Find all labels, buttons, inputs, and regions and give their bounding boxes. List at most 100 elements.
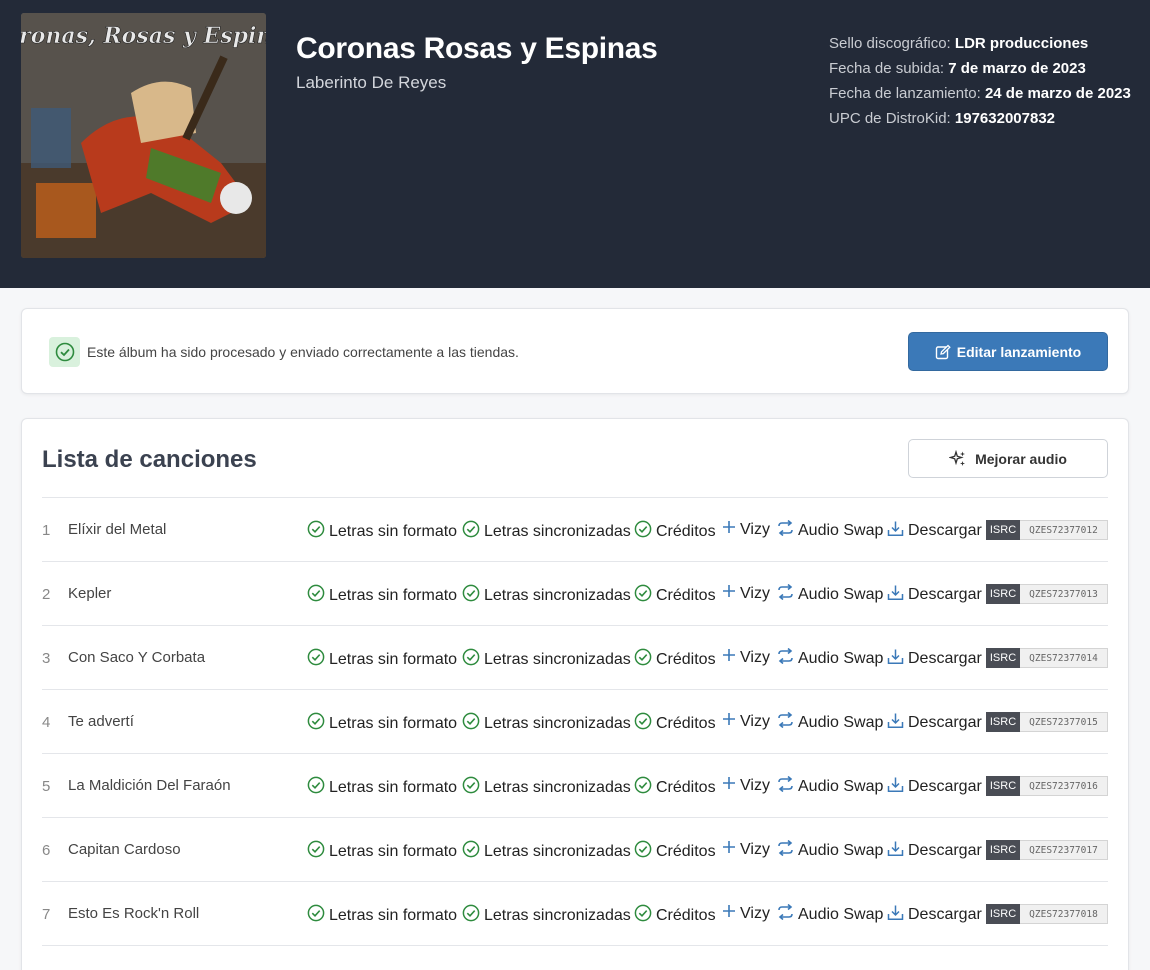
track-name: Con Saco Y Corbata — [68, 649, 206, 666]
isrc-code: QZES72377017 — [1020, 840, 1108, 860]
download-link[interactable]: Descargar — [887, 648, 982, 670]
sparkles-icon — [949, 449, 966, 466]
lyrics-synced-link[interactable]: Letras sincronizadas — [462, 904, 631, 927]
credits-link[interactable]: Créditos — [634, 840, 716, 863]
vizy-link[interactable]: Vizy — [722, 584, 770, 603]
lyrics-synced-label: Letras sincronizadas — [484, 842, 631, 860]
track-number: 7 — [42, 906, 51, 923]
lyrics-synced-link[interactable]: Letras sincronizadas — [462, 712, 631, 735]
edit-release-label: Editar lanzamiento — [956, 343, 1082, 360]
isrc-code: QZES72377013 — [1020, 584, 1108, 604]
tracklist-title: Lista de canciones — [42, 446, 257, 473]
check-icon — [634, 712, 652, 735]
track-name: La Maldición Del Faraón — [68, 777, 231, 794]
credits-link[interactable]: Créditos — [634, 712, 716, 735]
edit-release-button[interactable]: Editar lanzamiento — [908, 332, 1108, 371]
track-row: 1 Elíxir del Metal Letras sin formato Letra… — [42, 498, 1108, 562]
check-icon — [307, 904, 325, 927]
meta-label-row: Sello discográfico: LDR producciones — [829, 31, 1131, 56]
album-metadata: Sello discográfico: LDR producciones Fec… — [829, 31, 1131, 131]
lyrics-synced-link[interactable]: Letras sincronizadas — [462, 776, 631, 799]
lyrics-synced-link[interactable]: Letras sincronizadas — [462, 648, 631, 671]
track-number: 3 — [42, 650, 51, 667]
meta-value: LDR producciones — [954, 35, 1089, 52]
plus-icon — [722, 904, 736, 923]
track-row: 7 Esto Es Rock'n Roll Letras sin formato Le… — [42, 882, 1108, 946]
swap-icon — [777, 775, 794, 797]
edit-icon — [935, 344, 951, 359]
check-icon — [462, 712, 480, 735]
download-link[interactable]: Descargar — [887, 712, 982, 734]
credits-label: Créditos — [656, 586, 716, 604]
audio-swap-link[interactable]: Audio Swap — [777, 647, 884, 669]
check-icon — [634, 520, 652, 543]
lyrics-plain-label: Letras sin formato — [329, 522, 458, 540]
improve-audio-button[interactable]: Mejorar audio — [908, 439, 1108, 478]
credits-link[interactable]: Créditos — [634, 904, 716, 927]
lyrics-plain-label: Letras sin formato — [329, 906, 458, 924]
swap-icon — [777, 583, 794, 605]
divider — [42, 945, 1108, 946]
audio-swap-link[interactable]: Audio Swap — [777, 839, 883, 861]
track-name: Te advertí — [68, 713, 134, 730]
track-row: 5 La Maldición Del Faraón Letras sin forma… — [42, 754, 1108, 818]
lyrics-plain-link[interactable]: Letras sin formato — [307, 520, 457, 543]
vizy-link[interactable]: Vizy — [722, 904, 770, 923]
lyrics-synced-link[interactable]: Letras sincronizadas — [462, 520, 631, 543]
download-link[interactable]: Descargar — [887, 584, 982, 606]
audio-swap-label: Audio Swap — [798, 649, 884, 667]
lyrics-plain-link[interactable]: Letras sin formato — [307, 776, 457, 799]
lyrics-plain-link[interactable]: Letras sin formato — [307, 648, 457, 671]
lyrics-synced-label: Letras sincronizadas — [484, 778, 631, 796]
credits-link[interactable]: Créditos — [634, 648, 716, 671]
download-icon — [887, 648, 904, 670]
download-icon — [887, 520, 904, 542]
status-notice: Este álbum ha sido procesado y enviado c… — [21, 308, 1129, 394]
lyrics-synced-label: Letras sincronizadas — [484, 650, 631, 668]
lyrics-synced-label: Letras sincronizadas — [484, 714, 631, 732]
vizy-link[interactable]: Vizy — [722, 648, 770, 667]
credits-label: Créditos — [656, 842, 716, 860]
check-icon — [307, 648, 325, 671]
credits-label: Créditos — [656, 522, 716, 540]
check-icon — [307, 520, 325, 543]
vizy-link[interactable]: Vizy — [722, 520, 770, 539]
meta-key: Fecha de subida: — [829, 60, 945, 77]
audio-swap-label: Audio Swap — [798, 713, 884, 731]
plus-icon — [722, 712, 736, 731]
credits-link[interactable]: Créditos — [634, 776, 716, 799]
audio-swap-link[interactable]: Audio Swap — [777, 903, 883, 925]
download-link[interactable]: Descargar — [887, 840, 982, 862]
lyrics-synced-link[interactable]: Letras sincronizadas — [462, 584, 631, 607]
lyrics-plain-link[interactable]: Letras sin formato — [307, 840, 457, 863]
audio-swap-link[interactable]: Audio Swap — [777, 519, 883, 541]
vizy-label: Vizy — [740, 584, 770, 602]
audio-swap-link[interactable]: Audio Swap — [777, 775, 883, 797]
download-link[interactable]: Descargar — [887, 904, 982, 926]
vizy-link[interactable]: Vizy — [722, 840, 770, 859]
vizy-link[interactable]: Vizy — [722, 776, 770, 795]
credits-link[interactable]: Créditos — [634, 584, 716, 607]
track-name: Elíxir del Metal — [68, 521, 167, 538]
lyrics-plain-link[interactable]: Letras sin formato — [307, 904, 457, 927]
swap-icon — [777, 903, 794, 925]
isrc-code: QZES72377015 — [1020, 712, 1108, 732]
vizy-link[interactable]: Vizy — [722, 712, 770, 731]
audio-swap-link[interactable]: Audio Swap — [777, 583, 883, 605]
download-link[interactable]: Descargar — [887, 520, 982, 542]
credits-link[interactable]: Créditos — [634, 520, 716, 543]
cover-title-art: Coronas, Rosas y Espinas — [21, 23, 266, 49]
credits-label: Créditos — [656, 906, 716, 924]
isrc-label: ISRC — [986, 904, 1020, 924]
track-row: 2 Kepler Letras sin formato Letras sincroni… — [42, 562, 1108, 626]
audio-swap-link[interactable]: Audio Swap — [777, 711, 884, 733]
check-icon — [462, 840, 480, 863]
lyrics-synced-link[interactable]: Letras sincronizadas — [462, 840, 631, 863]
download-label: Descargar — [908, 650, 982, 667]
meta-upc-row: UPC de DistroKid: 197632007832 — [829, 106, 1131, 131]
lyrics-plain-link[interactable]: Letras sin formato — [307, 584, 457, 607]
download-link[interactable]: Descargar — [887, 776, 982, 798]
download-label: Descargar — [908, 522, 982, 539]
lyrics-plain-link[interactable]: Letras sin formato — [307, 712, 457, 735]
lyrics-synced-label: Letras sincronizadas — [484, 586, 631, 604]
